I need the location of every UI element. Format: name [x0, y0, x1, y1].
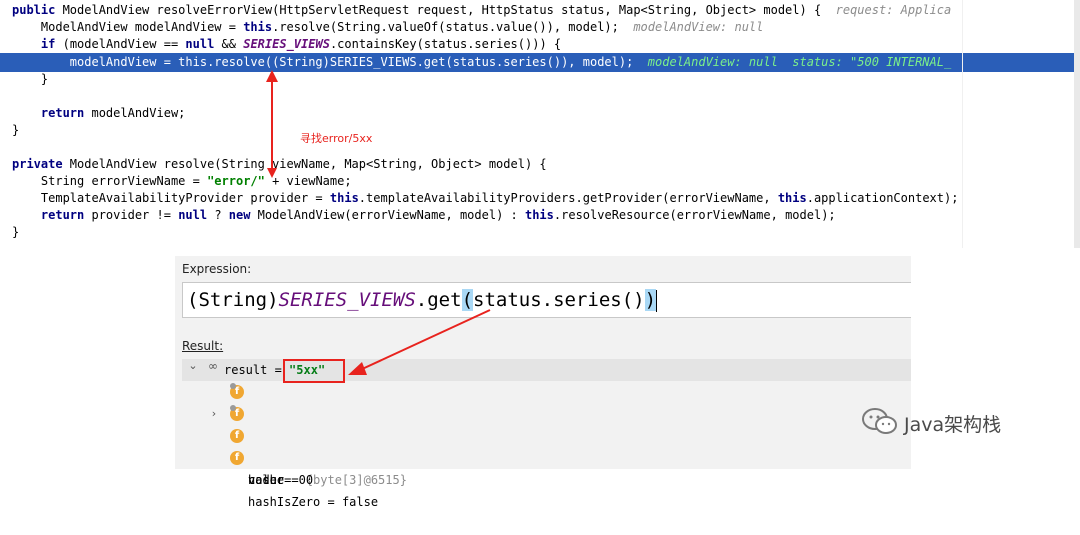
code-editor[interactable]: public ModelAndView resolveErrorView(Htt… — [0, 0, 1080, 248]
watch-infinity-icon: ∞ — [208, 359, 218, 373]
code-token: } — [12, 123, 20, 137]
expression-label: Expression: — [182, 262, 252, 276]
code-token: ModelAndView(errorViewName, model) : — [257, 208, 525, 222]
code-token: null — [185, 37, 222, 51]
tree-row-value[interactable]: › f value = {byte[3]@6515} — [182, 381, 911, 487]
result-label: Result: — [182, 339, 224, 353]
code-line[interactable]: return provider != null ? new ModelAndVi… — [12, 207, 836, 224]
tree-row-hash[interactable]: f hash = 0 — [182, 425, 911, 487]
annotation-label: 寻找error/5xx — [300, 132, 373, 145]
final-marker-icon — [230, 405, 236, 411]
result-highlight-box — [283, 359, 345, 383]
code-line[interactable]: } — [12, 71, 48, 88]
code-token: return — [40, 208, 92, 222]
code-token: .applicationContext); — [806, 191, 959, 205]
code-token: return — [40, 106, 92, 120]
code-line[interactable]: public ModelAndView resolveErrorView(Htt… — [12, 2, 951, 19]
result-name: result — [224, 363, 268, 377]
code-token: } — [12, 225, 20, 239]
annotation-arrow-diagonal — [348, 309, 491, 375]
code-token: private — [12, 157, 70, 171]
code-token: this — [329, 191, 359, 205]
code-token: modelAndView; — [91, 106, 186, 120]
field-value: false — [341, 495, 379, 509]
expr-cast: (String) — [187, 289, 279, 311]
code-token: "error/" — [207, 174, 265, 188]
field-value: 0 — [305, 473, 314, 487]
code-token: this — [777, 191, 807, 205]
code-token: SERIES_VIEWS — [243, 37, 330, 51]
code-line[interactable]: ModelAndView modelAndView = this.resolve… — [12, 19, 763, 36]
annotation-arrow-up — [266, 70, 278, 178]
code-token: } — [12, 72, 49, 86]
code-token: (modelAndView == — [62, 37, 186, 51]
code-line[interactable]: } — [12, 122, 19, 139]
field-eq: = — [320, 495, 342, 509]
code-line[interactable]: modelAndView = this.resolve((String)SERI… — [12, 54, 951, 71]
field-eq: = — [276, 473, 299, 487]
code-token: .resolve(String.valueOf(status.value()),… — [272, 20, 634, 34]
field-icon: f — [230, 429, 244, 443]
expr-close-paren: ) — [644, 289, 657, 311]
field-value: 0 — [298, 473, 306, 487]
code-token: public — [12, 3, 63, 17]
code-token: if — [40, 37, 63, 51]
code-token: .containsKey(status.series())) { — [329, 37, 562, 51]
wechat-logo-icon — [862, 408, 897, 434]
right-margin-guide — [962, 0, 963, 248]
field-name: hashIsZero — [248, 495, 321, 509]
field-value: {byte[3]@6515} — [305, 473, 407, 487]
code-token: String errorViewName = — [12, 174, 208, 188]
final-marker-icon — [230, 383, 236, 389]
code-token: modelAndView = this.resolve((String)SERI… — [12, 55, 648, 69]
code-token: .resolveResource(errorViewName, model); — [553, 208, 836, 222]
code-token: provider != — [91, 208, 179, 222]
code-token: ModelAndView modelAndView = — [12, 20, 244, 34]
tree-row-hashiszero[interactable]: f hashIsZero = false — [182, 447, 911, 509]
code-token: this — [243, 20, 273, 34]
text-caret — [656, 289, 658, 312]
field-name: hash — [248, 473, 277, 487]
code-token: ModelAndView resolve(String viewName, Ma… — [69, 157, 547, 171]
editor-scrollbar[interactable] — [1074, 0, 1080, 248]
watermark: Java架构栈 — [860, 402, 1060, 442]
code-line[interactable]: if (modelAndView == null && SERIES_VIEWS… — [12, 36, 561, 53]
code-token: new — [228, 208, 258, 222]
code-token: .templateAvailabilityProviders.getProvid… — [358, 191, 778, 205]
code-token: modelAndView: null — [633, 20, 764, 34]
code-token: && — [221, 37, 244, 51]
tree-row-coder[interactable]: f coder = 0 — [182, 403, 911, 487]
code-token: TemplateAvailabilityProvider provider = — [12, 191, 330, 205]
code-token: request: Applica — [835, 3, 952, 17]
watermark-text: Java架构栈 — [904, 414, 1002, 436]
code-line[interactable]: String errorViewName = "error/" + viewNa… — [12, 173, 352, 190]
expression-input[interactable]: (String)SERIES_VIEWS.get(status.series()… — [182, 282, 911, 318]
field-icon: f — [230, 451, 244, 465]
code-token: this — [524, 208, 554, 222]
code-token: null — [178, 208, 215, 222]
code-line[interactable]: return modelAndView; — [12, 105, 186, 122]
code-token: ModelAndView resolveErrorView(HttpServle… — [62, 3, 836, 17]
code-line[interactable]: } — [12, 224, 19, 241]
code-token: modelAndView: null status: "500 INTERNAL… — [647, 55, 952, 69]
code-line[interactable]: TemplateAvailabilityProvider provider = … — [12, 190, 959, 207]
code-token: ? — [214, 208, 229, 222]
chevron-down-icon[interactable]: ⌄ — [187, 359, 199, 372]
